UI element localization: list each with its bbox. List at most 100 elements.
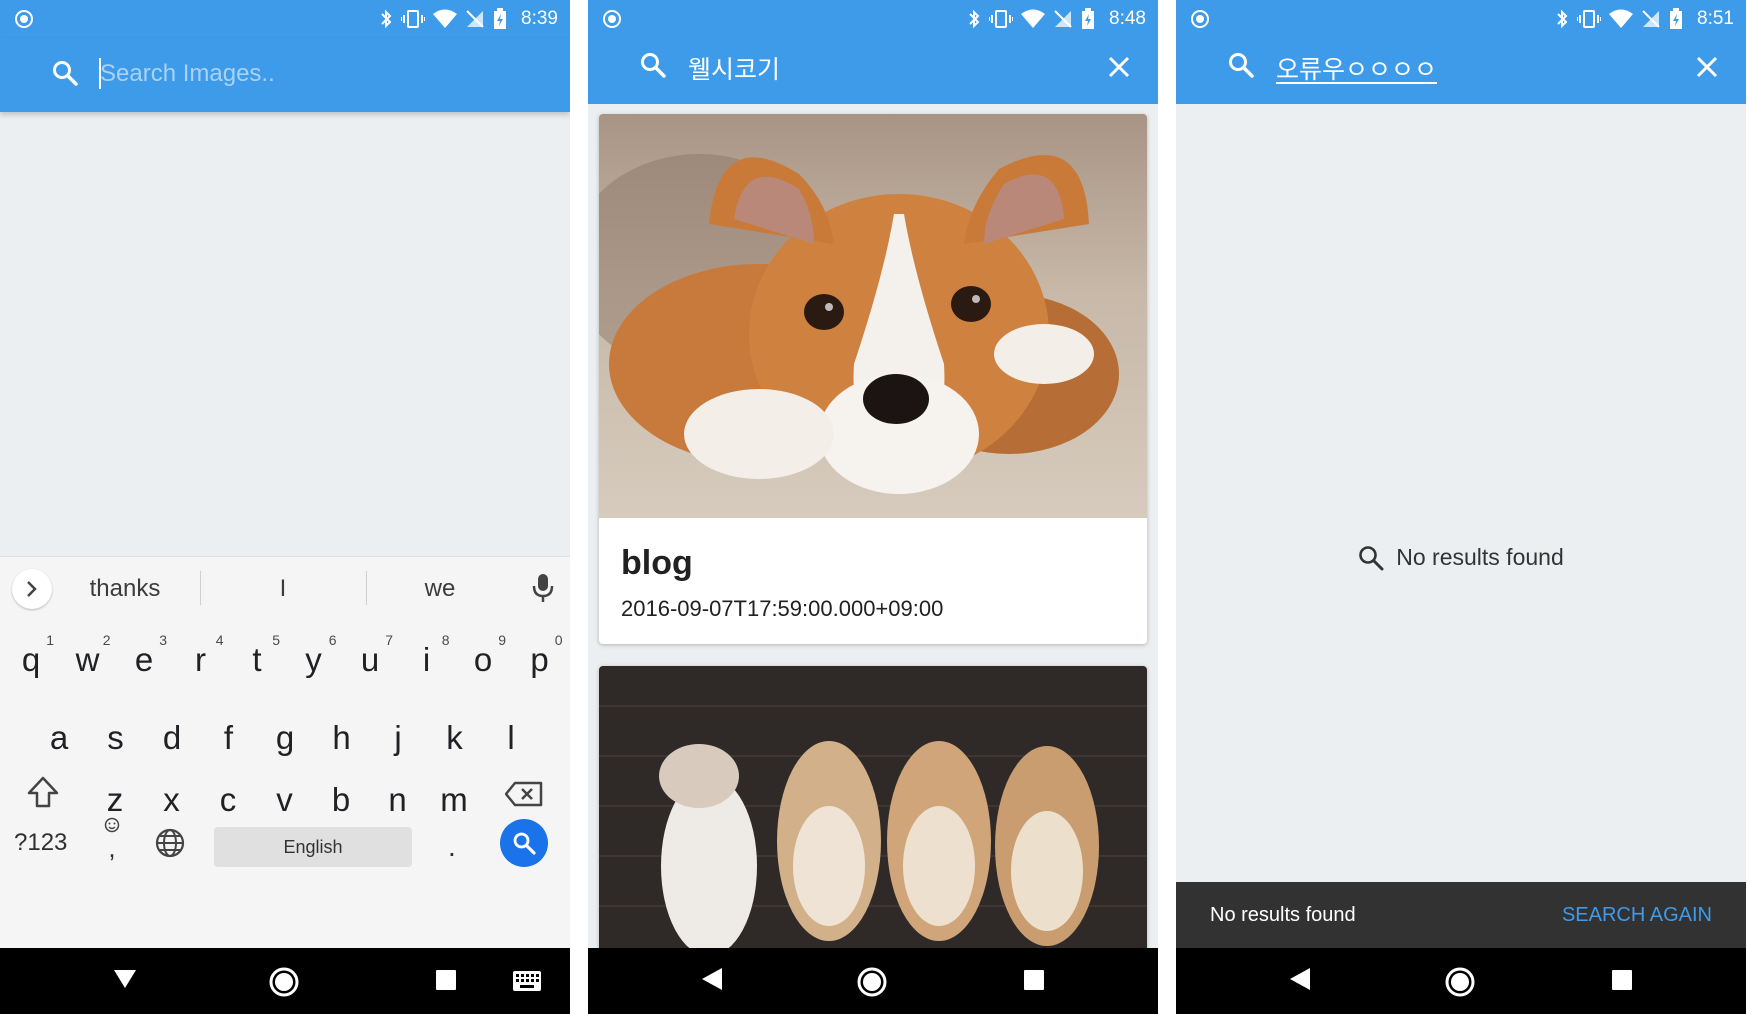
recents-icon[interactable] xyxy=(434,968,458,992)
key-6[interactable]: u7 xyxy=(345,629,395,691)
key-9[interactable]: p0 xyxy=(515,629,565,691)
close-icon[interactable] xyxy=(1108,56,1130,78)
navigation-bar xyxy=(0,948,570,1014)
notification-dot-icon xyxy=(15,10,33,28)
search-icon xyxy=(513,832,536,855)
key-a[interactable]: a xyxy=(34,707,84,769)
soft-keyboard: thanks I we q1w2e3r4t5y6u7i8o9p0 asdfghj… xyxy=(0,556,570,948)
result-image xyxy=(599,666,1147,966)
period-key[interactable]: . xyxy=(448,831,456,863)
home-icon[interactable] xyxy=(1444,966,1476,998)
key-m[interactable]: m xyxy=(429,769,479,831)
key-b[interactable]: b xyxy=(316,769,366,831)
screen-search-empty: 8:39 Search Images.. thanks I we q1w2e3r… xyxy=(0,0,570,1014)
key-4[interactable]: t5 xyxy=(232,629,282,691)
key-d[interactable]: d xyxy=(147,707,197,769)
search-input[interactable]: 웰시코기 xyxy=(688,50,780,86)
symbols-key[interactable]: ?123 xyxy=(14,829,67,857)
key-x[interactable]: x xyxy=(147,769,197,831)
shift-key-icon[interactable] xyxy=(26,775,60,809)
wifi-icon xyxy=(1609,9,1634,28)
status-time: 8:51 xyxy=(1697,8,1734,29)
search-input[interactable]: 오류우ㅇㅇㅇㅇ xyxy=(1276,50,1437,86)
key-number-hint: 0 xyxy=(554,632,563,648)
key-2[interactable]: e3 xyxy=(119,629,169,691)
expand-suggestions-button[interactable] xyxy=(12,569,52,609)
key-number-hint: 2 xyxy=(102,632,111,648)
battery-charging-icon xyxy=(494,8,507,29)
key-s[interactable]: s xyxy=(91,707,141,769)
recents-icon[interactable] xyxy=(1610,968,1634,992)
suggestion-1[interactable]: thanks xyxy=(50,575,200,603)
key-0[interactable]: q1 xyxy=(6,629,56,691)
microphone-icon[interactable] xyxy=(532,573,554,603)
emoji-icon xyxy=(104,817,120,833)
no-signal-icon xyxy=(1642,10,1660,28)
close-icon[interactable] xyxy=(1696,56,1718,78)
backspace-key-icon[interactable] xyxy=(505,781,543,807)
empty-state: No results found xyxy=(1176,544,1746,571)
result-card[interactable] xyxy=(599,666,1147,966)
search-icon xyxy=(53,61,78,86)
wifi-icon xyxy=(433,9,458,28)
hide-keyboard-icon[interactable] xyxy=(112,966,138,992)
no-signal-icon xyxy=(466,10,484,28)
key-n[interactable]: n xyxy=(373,769,423,831)
key-number-hint: 3 xyxy=(159,632,167,648)
key-8[interactable]: o9 xyxy=(458,629,508,691)
space-key[interactable]: English xyxy=(214,827,412,867)
key-k[interactable]: k xyxy=(430,707,480,769)
status-time: 8:39 xyxy=(521,8,558,29)
search-app-bar: Search Images.. xyxy=(0,38,570,112)
comma-label: , xyxy=(108,833,116,863)
key-letter: p xyxy=(530,641,549,678)
key-letter: u xyxy=(360,641,380,678)
key-l[interactable]: l xyxy=(486,707,536,769)
key-3[interactable]: r4 xyxy=(176,629,226,691)
key-letter: q xyxy=(21,641,41,678)
notification-dot-icon xyxy=(603,10,621,28)
key-h[interactable]: h xyxy=(317,707,367,769)
status-bar: 8:48 xyxy=(588,0,1158,38)
snackbar: No results found SEARCH AGAIN xyxy=(1176,882,1746,948)
chevron-right-icon xyxy=(27,581,37,597)
back-icon[interactable] xyxy=(1288,966,1312,992)
result-date: 2016-09-07T17:59:00.000+09:00 xyxy=(621,596,944,621)
snackbar-message: No results found xyxy=(1210,904,1356,926)
result-card[interactable]: blog 2016-09-07T17:59:00.000+09:00 xyxy=(599,114,1147,644)
keyboard-switch-icon[interactable] xyxy=(512,970,542,992)
status-time: 8:48 xyxy=(1109,8,1146,29)
key-v[interactable]: v xyxy=(260,769,310,831)
key-j[interactable]: j xyxy=(373,707,423,769)
key-number-hint: 9 xyxy=(498,632,506,648)
vibrate-icon xyxy=(1577,10,1602,28)
key-7[interactable]: i8 xyxy=(402,629,452,691)
result-title: blog xyxy=(621,544,693,582)
key-g[interactable]: g xyxy=(260,707,310,769)
suggestion-divider xyxy=(200,571,201,605)
screen-search-results: 8:48 웰시코기 blog 2016-09-07T17:59:00.000+0… xyxy=(588,0,1158,1014)
key-number-hint: 1 xyxy=(46,632,54,648)
recents-icon[interactable] xyxy=(1022,968,1046,992)
suggestion-3[interactable]: we xyxy=(365,575,515,603)
search-enter-key[interactable] xyxy=(500,819,548,867)
key-f[interactable]: f xyxy=(204,707,254,769)
back-icon[interactable] xyxy=(700,966,724,992)
search-app-bar: 웰시코기 xyxy=(588,38,1158,104)
key-letter: t xyxy=(252,641,262,678)
emoji-comma-key[interactable]: , xyxy=(104,817,120,863)
no-signal-icon xyxy=(1054,10,1072,28)
suggestion-2[interactable]: I xyxy=(208,575,358,603)
search-app-bar: 오류우ㅇㅇㅇㅇ xyxy=(1176,38,1746,104)
key-letter: e xyxy=(134,641,154,678)
key-5[interactable]: y6 xyxy=(289,629,339,691)
key-c[interactable]: c xyxy=(203,769,253,831)
search-again-button[interactable]: SEARCH AGAIN xyxy=(1562,904,1712,927)
search-input[interactable]: Search Images.. xyxy=(100,60,275,88)
globe-icon[interactable] xyxy=(154,827,186,859)
home-icon[interactable] xyxy=(268,966,300,998)
suggestion-strip: thanks I we xyxy=(0,557,570,619)
search-icon xyxy=(1229,53,1254,78)
key-1[interactable]: w2 xyxy=(63,629,113,691)
home-icon[interactable] xyxy=(856,966,888,998)
